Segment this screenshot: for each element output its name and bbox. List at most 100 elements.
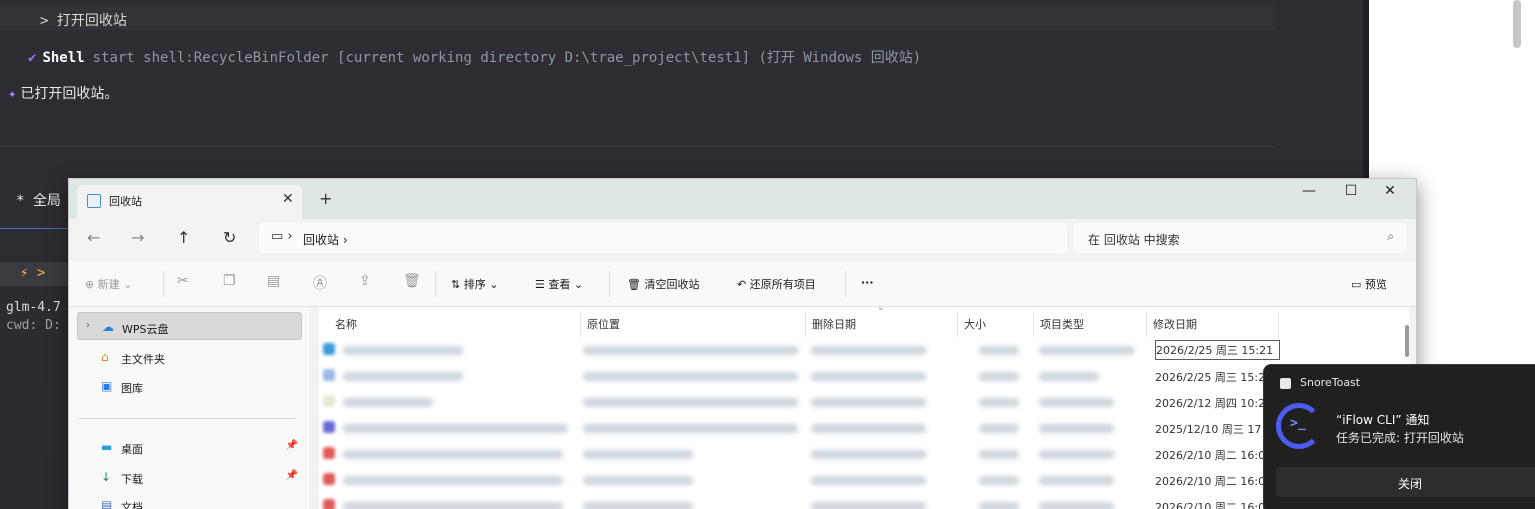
minimize-icon[interactable]: — (1289, 183, 1329, 205)
modified-date: 2026/2/10 周二 16:0 (1155, 475, 1266, 488)
tab-recycle-bin[interactable]: 回收站 ✕ (77, 185, 302, 219)
back-arrow-icon[interactable]: ← (87, 228, 100, 247)
sort-button[interactable]: ⇅ 排序 ⌄ (451, 276, 498, 292)
modified-date: 2026/2/12 周四 10:2 (1155, 397, 1266, 410)
pin-icon[interactable]: 📌 (286, 470, 298, 481)
column-header-date-modified[interactable]: 修改日期 (1147, 311, 1279, 337)
sidebar-item-wps-cloud[interactable]: › ☁ WPS云盘 (77, 312, 302, 340)
check-icon: ✔ (28, 50, 37, 66)
shell-command: start shell:RecycleBinFolder [current wo… (92, 50, 922, 66)
sidebar-item-gallery[interactable]: ▣ 图库 (77, 372, 302, 400)
table-row[interactable]: 2026/2/12 周四 10:2 (319, 389, 1409, 415)
paste-icon[interactable]: ▤ (267, 273, 280, 289)
table-row[interactable]: 2026/2/10 周二 16:0 (319, 441, 1409, 467)
table-row[interactable]: 2026/2/25 周三 15:2 (319, 363, 1409, 389)
maximize-icon[interactable]: ☐ (1331, 183, 1371, 205)
more-options-button[interactable]: ··· (861, 276, 874, 289)
preview-button[interactable]: ▭ 预览 (1351, 276, 1387, 292)
modified-date: 2025/12/10 周三 17 (1155, 423, 1262, 436)
toast-body: 任务已完成: 打开回收站 (1336, 431, 1464, 445)
explorer-window: 回收站 ✕ + — ☐ ✕ ← → ↑ ↻ ▭ › 回收站 › 在 回收站 中搜… (68, 178, 1417, 509)
modified-date: 2026/2/25 周三 15:2 (1155, 371, 1266, 384)
home-icon: ⌂ (101, 350, 109, 364)
tool-call-line: ✔ Shell start shell:RecycleBinFolder [curr… (28, 47, 921, 67)
column-header-item-type[interactable]: 项目类型 (1034, 311, 1147, 337)
cloud-icon: ☁ (102, 320, 114, 334)
app-icon (1280, 378, 1291, 389)
column-header-size[interactable]: 大小 (958, 311, 1034, 337)
empty-recycle-bin-button[interactable]: 🗑 清空回收站 (627, 276, 699, 292)
file-icon (323, 421, 335, 433)
sidebar-item-desktop[interactable]: ▬ 桌面 📌 (77, 433, 302, 461)
search-input[interactable]: 在 回收站 中搜索 ⌕ (1074, 223, 1406, 253)
toast-app-name: SnoreToast (1300, 376, 1361, 389)
divider (0, 146, 1275, 147)
file-icon (323, 395, 335, 407)
chevron-right-icon[interactable]: › (86, 320, 90, 331)
dismiss-button[interactable]: 关闭 (1276, 467, 1535, 497)
up-arrow-icon[interactable]: ↑ (177, 228, 190, 247)
sidebar-item-documents[interactable]: ▤ 文档 (77, 491, 302, 509)
title-bar: 回收站 ✕ + — ☐ ✕ (69, 179, 1416, 219)
table-row[interactable]: 2025/12/10 周三 17 (319, 415, 1409, 441)
column-header-original-location[interactable]: 原位置 (581, 311, 806, 337)
divider (609, 271, 610, 297)
divider (79, 418, 295, 419)
sidebar-item-home[interactable]: ⌂ 主文件夹 (77, 343, 302, 371)
computer-icon: ▭ › (271, 229, 293, 244)
file-icon (323, 369, 335, 381)
new-button[interactable]: ⊕ 新建 ⌄ (85, 276, 132, 292)
close-icon[interactable]: ✕ (1370, 183, 1410, 205)
search-placeholder: 在 回收站 中搜索 (1088, 233, 1180, 247)
desktop-icon: ▬ (101, 440, 113, 454)
navigation-bar: ← → ↑ ↻ ▭ › 回收站 › 在 回收站 中搜索 ⌕ (69, 219, 1416, 261)
file-icon (323, 343, 335, 355)
terminal-tab[interactable]: ⚡ > (0, 262, 68, 286)
global-label: * 全局 (16, 193, 61, 209)
refresh-icon[interactable]: ↻ (223, 228, 236, 247)
pin-icon[interactable]: 📌 (286, 440, 298, 451)
download-icon: ↓ (101, 470, 112, 484)
modified-date: 2026/2/25 周三 15:21 (1155, 340, 1281, 360)
model-label: glm-4.7 (6, 300, 61, 315)
table-row[interactable]: 2026/2/10 周二 16:0 (319, 467, 1409, 493)
toast-notification: SnoreToast >_ “iFlow CLI” 通知 任务已完成: 打开回收… (1263, 364, 1535, 509)
cwd-label: cwd: D: (6, 318, 61, 333)
user-prompt-line: > 打开回收站 (0, 6, 1275, 30)
copy-icon[interactable]: ❐ (223, 273, 236, 289)
modified-date: 2026/2/10 周二 16:0 (1155, 449, 1266, 462)
divider (0, 228, 70, 229)
close-tab-icon[interactable]: ✕ (282, 191, 294, 207)
share-icon[interactable]: ⇪ (359, 273, 371, 289)
gallery-icon: ▣ (101, 379, 113, 393)
document-icon: ▤ (101, 498, 113, 509)
file-list: ⌄ 名称 原位置 删除日期 大小 项目类型 修改日期 2026/2/25 周三 … (319, 303, 1409, 509)
rename-icon[interactable]: Ⓐ (313, 273, 327, 293)
tab-title: 回收站 (109, 195, 142, 208)
iflow-logo-icon: >_ (1276, 403, 1322, 449)
divider (435, 271, 436, 297)
file-icon (323, 473, 335, 485)
column-header-name[interactable]: 名称 (329, 311, 581, 337)
restore-all-button[interactable]: ↶ 还原所有项目 (737, 276, 816, 292)
sparkle-icon: ✦ (8, 86, 17, 102)
assistant-result-line: ✦ 已打开回收站。 (8, 83, 118, 103)
table-row[interactable]: 2026/2/10 周二 16:0 (319, 493, 1409, 509)
cut-icon[interactable]: ✂ (177, 273, 189, 289)
background-scrollbar[interactable] (1513, 0, 1521, 48)
column-header-date-deleted[interactable]: 删除日期 (806, 311, 958, 337)
shell-label: Shell (42, 50, 85, 66)
file-icon (323, 499, 335, 509)
address-bar[interactable]: ▭ › 回收站 › (259, 223, 1067, 253)
divider (845, 271, 846, 297)
new-tab-icon[interactable]: + (319, 189, 332, 208)
navigation-pane: › ☁ WPS云盘 ⌂ 主文件夹 ▣ 图库 ▬ 桌面 📌 ↓ 下载 📌 ▤ 文档 (69, 307, 309, 509)
view-button[interactable]: ☰ 查看 ⌄ (535, 276, 583, 292)
table-row[interactable]: 2026/2/25 周三 15:21 (319, 337, 1409, 363)
breadcrumb[interactable]: 回收站 › (303, 231, 348, 248)
file-icon (323, 447, 335, 459)
recycle-bin-icon (87, 194, 101, 208)
sidebar-item-downloads[interactable]: ↓ 下载 📌 (77, 463, 302, 491)
forward-arrow-icon[interactable]: → (131, 228, 144, 247)
delete-icon[interactable]: 🗑 (403, 273, 421, 289)
